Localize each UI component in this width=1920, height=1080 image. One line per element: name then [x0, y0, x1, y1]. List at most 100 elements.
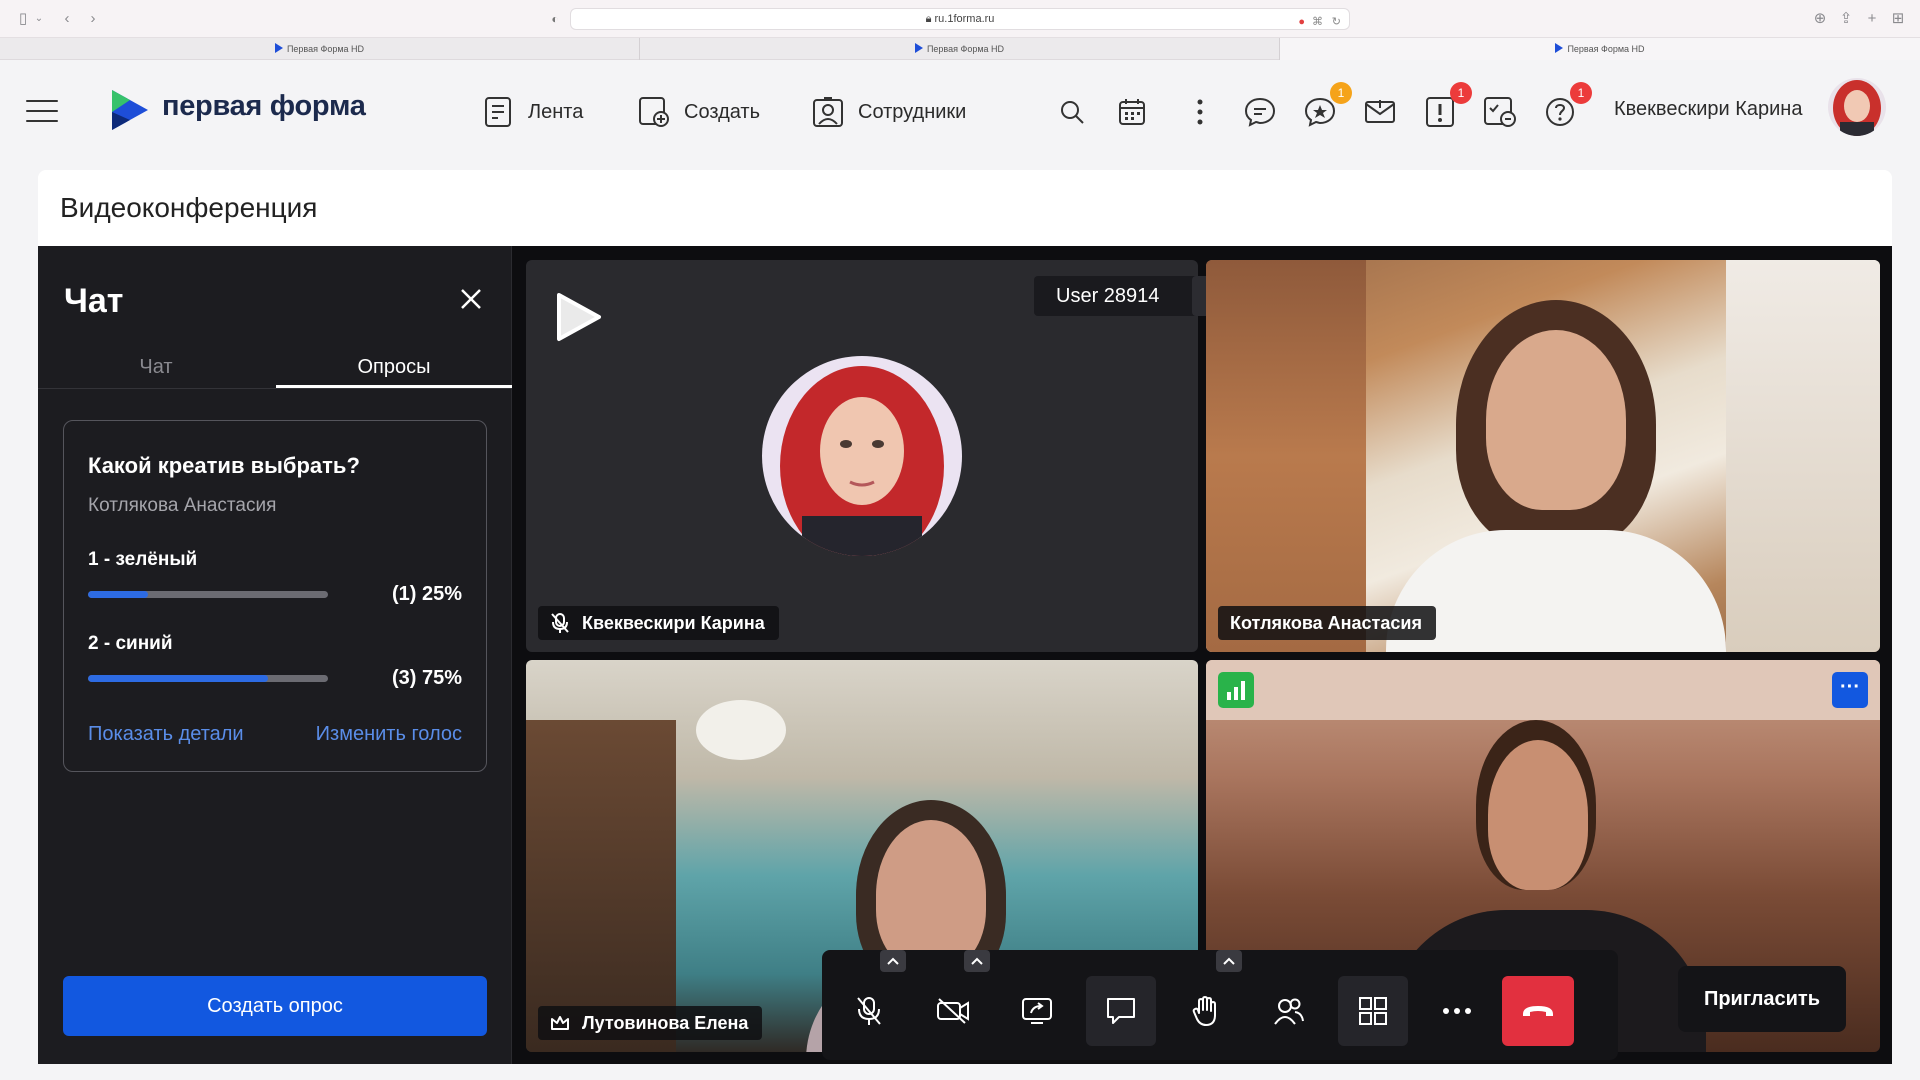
- avatar[interactable]: [1828, 78, 1886, 136]
- tab-label: Первая Форма HD: [1567, 44, 1645, 54]
- end-call-button[interactable]: [1502, 976, 1574, 1046]
- participant-shirt: [1386, 530, 1726, 652]
- play-logo-icon: [557, 293, 601, 341]
- favorites-badge: 1: [1330, 82, 1352, 104]
- camera-toggle-button[interactable]: [918, 976, 988, 1046]
- change-vote-link[interactable]: Изменить голос: [316, 723, 462, 746]
- raise-hand-button[interactable]: [1170, 976, 1240, 1046]
- nav-create[interactable]: Создать: [638, 94, 760, 130]
- hangup-icon: [1523, 1006, 1553, 1016]
- mic-off-icon: [551, 613, 569, 633]
- tile-more-button[interactable]: ···: [1832, 672, 1868, 708]
- browser-toolbar: ▯ ⌄ ‹ › ◐ 🔒︎ ru.1forma.ru ↻ ⌘ ● ⊕ ⇪ + ⊞: [0, 0, 1920, 38]
- crown-icon: [551, 1016, 569, 1030]
- tab-overview-icon[interactable]: ⊞: [1890, 10, 1906, 28]
- participant-name-label: Лутовинова Елена: [538, 1006, 763, 1040]
- participant-face: [1488, 740, 1588, 890]
- chevron-up-icon: [1223, 957, 1235, 965]
- logo-text[interactable]: первая форма: [162, 90, 366, 123]
- download-icon[interactable]: ⊕: [1812, 10, 1828, 28]
- nav-feed-label: Лента: [528, 100, 584, 123]
- translate-icon[interactable]: ⌘: [1312, 12, 1323, 32]
- tab-label: Первая Форма HD: [286, 44, 365, 54]
- nav-feed[interactable]: Лента: [484, 94, 583, 130]
- poll-option-bar: [88, 591, 328, 598]
- help-badge: 1: [1570, 82, 1592, 104]
- back-icon[interactable]: ‹: [60, 10, 74, 28]
- connection-stats-icon[interactable]: [1218, 672, 1254, 708]
- page-title: Видеоконференция: [60, 192, 318, 223]
- video-conference: Чат Чат Опросы Какой креатив выбрать? Ко…: [38, 246, 1892, 1064]
- layout-grid-button[interactable]: [1338, 976, 1408, 1046]
- approvals-icon[interactable]: [1482, 94, 1518, 130]
- mic-recording-icon[interactable]: ●: [1298, 12, 1305, 32]
- tab-label: Первая Форма HD: [926, 44, 1005, 54]
- tab-favicon-icon: [274, 43, 283, 53]
- camera-off-icon: [937, 998, 969, 1024]
- share-icon[interactable]: ⇪: [1838, 10, 1854, 28]
- logo-icon[interactable]: [110, 88, 150, 132]
- participant-name-label: Котлякова Анастасия: [1218, 606, 1436, 640]
- favorites-icon[interactable]: 1: [1302, 82, 1352, 130]
- participant-name-label: Квеквескири Карина: [538, 606, 779, 640]
- lock-icon: 🔒︎: [925, 13, 935, 25]
- sidebar-toggle-icon[interactable]: ▯: [14, 10, 32, 28]
- help-icon[interactable]: 1: [1542, 82, 1592, 130]
- grid-icon: [1359, 997, 1387, 1025]
- search-icon[interactable]: [1054, 94, 1090, 130]
- chevron-up-icon: [971, 957, 983, 965]
- browser-tab-2[interactable]: Первая Форма HD: [640, 38, 1280, 60]
- video-tile[interactable]: Квеквескири Карина: [526, 260, 1198, 652]
- background-ceiling: [1206, 660, 1880, 720]
- user-name[interactable]: Квеквескири Карина: [1614, 98, 1802, 121]
- forward-icon[interactable]: ›: [86, 10, 100, 28]
- messages-icon[interactable]: [1242, 94, 1278, 130]
- tab-favicon-icon: [1555, 43, 1564, 53]
- nav-create-label: Создать: [684, 100, 761, 123]
- tab-chat[interactable]: Чат: [38, 352, 274, 388]
- browser-tab-1[interactable]: Первая Форма HD: [0, 38, 640, 60]
- poll-option-fill: [88, 591, 148, 598]
- participant-face: [876, 820, 986, 970]
- poll-question: Какой креатив выбрать?: [88, 453, 360, 478]
- menu-icon[interactable]: [26, 100, 58, 124]
- more-vertical-icon[interactable]: [1182, 94, 1218, 130]
- new-tab-icon[interactable]: +: [1864, 10, 1880, 28]
- tab-bar: Первая Форма HD Первая Форма HD Первая Ф…: [0, 38, 1920, 60]
- mic-options-caret[interactable]: [880, 950, 906, 972]
- background-curtain: [1726, 260, 1880, 652]
- close-icon[interactable]: [456, 284, 486, 314]
- show-details-link[interactable]: Показать детали: [88, 723, 244, 746]
- feed-icon: [485, 97, 511, 127]
- participants-button[interactable]: [1254, 976, 1324, 1046]
- video-tile[interactable]: Котлякова Анастасия: [1206, 260, 1880, 652]
- reload-icon[interactable]: ↻: [1332, 12, 1341, 32]
- nav-employees[interactable]: Сотрудники: [812, 94, 966, 130]
- reactions-caret[interactable]: [1216, 950, 1242, 972]
- poll-option-result: (3) 75%: [391, 667, 462, 689]
- browser-tab-3[interactable]: Первая Форма HD: [1280, 38, 1920, 60]
- address-bar[interactable]: 🔒︎ ru.1forma.ru ↻ ⌘ ●: [570, 8, 1350, 30]
- employees-icon: [813, 97, 843, 127]
- chevron-down-icon[interactable]: ⌄: [34, 10, 44, 28]
- invite-button[interactable]: Пригласить: [1678, 966, 1846, 1032]
- screen-share-button[interactable]: [1002, 976, 1072, 1046]
- chat-icon: [1107, 998, 1135, 1024]
- shield-icon[interactable]: ◐: [545, 9, 565, 29]
- more-options-button[interactable]: [1422, 976, 1492, 1046]
- poll-option-result: (1) 25%: [391, 583, 462, 605]
- current-user-label: User 28914: [1056, 284, 1160, 307]
- background-cabinet: [1206, 260, 1366, 652]
- participants-icon: [1274, 998, 1304, 1025]
- screen-share-icon: [1022, 998, 1052, 1024]
- chat-toggle-button[interactable]: [1086, 976, 1156, 1046]
- call-controls: [822, 950, 1618, 1060]
- tab-polls[interactable]: Опросы: [276, 352, 512, 388]
- calendar-icon[interactable]: [1114, 94, 1150, 130]
- mic-toggle-button[interactable]: [834, 976, 904, 1046]
- poll-option-label: 1 - зелёный: [88, 549, 198, 570]
- camera-options-caret[interactable]: [964, 950, 990, 972]
- create-poll-button[interactable]: Создать опрос: [63, 976, 487, 1036]
- tasks-icon[interactable]: 1: [1422, 82, 1472, 130]
- mail-icon[interactable]: [1362, 94, 1398, 130]
